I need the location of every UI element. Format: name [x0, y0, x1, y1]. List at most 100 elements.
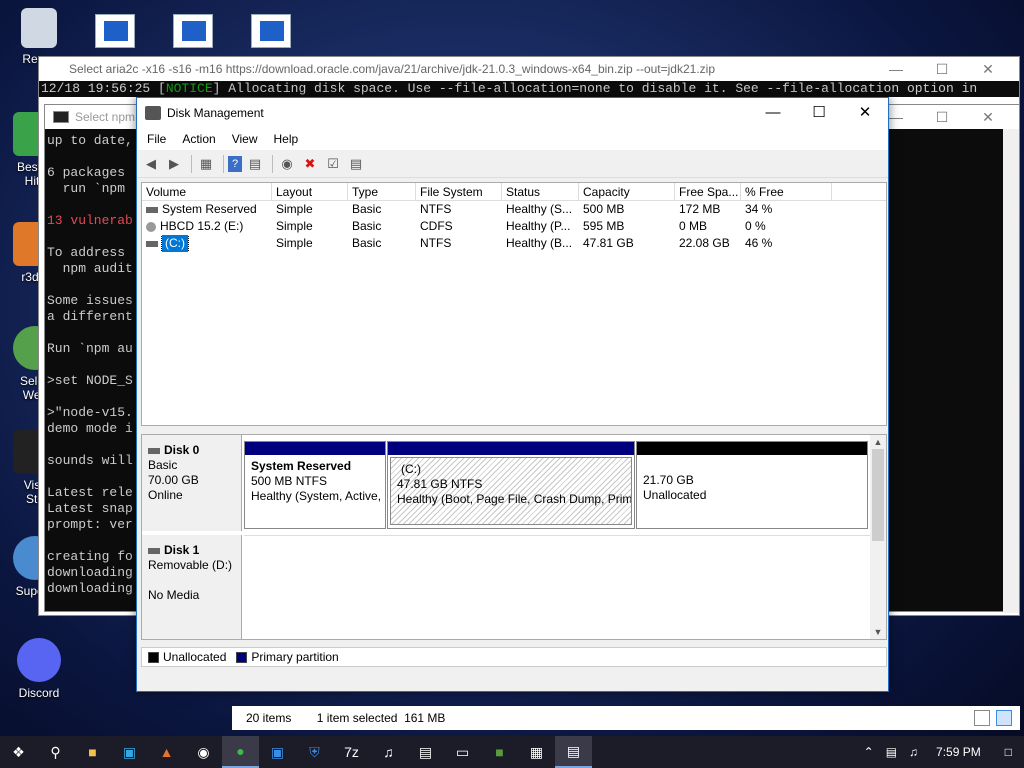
app-icon[interactable]: ▣	[259, 736, 296, 768]
large-icons-view-icon[interactable]	[996, 710, 1012, 726]
terminal-icon[interactable]: ▤	[407, 736, 444, 768]
column-header-free-space[interactable]: Free Spa...	[675, 183, 741, 200]
cell-capacity: 500 MB	[583, 202, 625, 216]
column-header-percent-free[interactable]: % Free	[741, 183, 832, 200]
close-button[interactable]: ✕	[965, 57, 1011, 81]
app-icon[interactable]: ◉	[185, 736, 222, 768]
forward-arrow-icon[interactable]: ▶	[164, 154, 184, 174]
cell-percent-free: 46 %	[745, 236, 773, 250]
help-icon[interactable]: ?	[228, 155, 242, 172]
console-tree-icon[interactable]: ▦	[196, 154, 216, 174]
column-header-capacity[interactable]: Capacity	[579, 183, 675, 200]
maximize-button[interactable]: ☐	[919, 105, 965, 129]
start-button[interactable]: ❖	[0, 736, 37, 768]
minecraft-icon[interactable]: ■	[481, 736, 518, 768]
table-row[interactable]: (C:) Simple Basic NTFS Healthy (B... 47.…	[142, 235, 886, 252]
scroll-up-icon[interactable]: ▲	[870, 435, 886, 449]
app-icon[interactable]: ▣	[111, 736, 148, 768]
file-explorer-icon[interactable]: ■	[74, 736, 111, 768]
security-shield-icon[interactable]: ⛨	[296, 736, 333, 768]
desktop-shortcut-icon[interactable]	[95, 14, 135, 48]
clock[interactable]: 7:59 PM	[924, 745, 993, 759]
menu-view[interactable]: View	[224, 128, 266, 150]
disk-management-icon	[145, 106, 161, 120]
disk-management-window[interactable]: Disk Management — ☐ ✕ File Action View H…	[136, 97, 889, 692]
column-header-volume[interactable]: Volume	[142, 183, 272, 200]
selection-info: 1 item selected 161 MB	[316, 711, 446, 725]
details-view-icon[interactable]	[974, 710, 990, 726]
title-bar[interactable]: Disk Management — ☐ ✕	[137, 98, 888, 128]
console-line: demo mode i	[47, 421, 133, 436]
browser-icon[interactable]: ●	[222, 736, 259, 768]
back-arrow-icon[interactable]: ◀	[141, 154, 161, 174]
disk-type: Removable (D:)	[148, 558, 233, 572]
disk1-header[interactable]: Disk 1 Removable (D:) No Media	[142, 535, 242, 639]
partition-c-drive[interactable]: (C:) 47.81 GB NTFS Healthy (Boot, Page F…	[387, 441, 635, 529]
search-icon[interactable]: ⚲	[37, 736, 74, 768]
column-header-filesystem[interactable]: File System	[416, 183, 502, 200]
cmd-icon	[53, 111, 69, 123]
minimize-button[interactable]: —	[873, 57, 919, 81]
cell-free-space: 22.08 GB	[679, 236, 730, 250]
table-row[interactable]: HBCD 15.2 (E:) Simple Basic CDFS Healthy…	[142, 218, 886, 235]
delete-icon[interactable]: ✖	[300, 154, 320, 174]
desktop-shortcut-icon[interactable]	[173, 14, 213, 48]
app-icon[interactable]: ▲	[148, 736, 185, 768]
menu-file[interactable]: File	[139, 128, 174, 150]
minimize-button[interactable]: —	[750, 98, 796, 128]
partition-unallocated[interactable]: 21.70 GB Unallocated	[636, 441, 868, 529]
console-line: run `npm	[47, 181, 126, 196]
show-hidden-icons-icon[interactable]: ⌃	[858, 745, 880, 759]
close-button[interactable]: ✕	[842, 98, 888, 128]
volume-icon[interactable]: ♫	[903, 745, 924, 759]
check-icon[interactable]: ☑	[323, 154, 343, 174]
scroll-thumb[interactable]	[872, 449, 884, 541]
close-button[interactable]: ✕	[965, 105, 1011, 129]
properties-icon[interactable]: ▤	[346, 154, 366, 174]
notifications-icon[interactable]: □	[993, 745, 1024, 759]
volume-name: HBCD 15.2 (E:)	[160, 219, 244, 233]
discord-icon[interactable]: Discord	[4, 638, 74, 700]
desktop-shortcut-icon[interactable]	[251, 14, 291, 48]
console-line: a different	[47, 309, 133, 324]
column-header-type[interactable]: Type	[348, 183, 416, 200]
notice-tag: NOTICE	[165, 81, 213, 96]
menu-action[interactable]: Action	[174, 128, 223, 150]
scrollbar[interactable]	[1003, 129, 1019, 613]
menu-help[interactable]: Help	[266, 128, 307, 150]
maximize-button[interactable]: ☐	[919, 57, 965, 81]
console-line: sounds will	[47, 453, 133, 468]
cell-free-space: 172 MB	[679, 202, 721, 216]
disk-management-taskbar-icon[interactable]: ▤	[555, 736, 592, 768]
column-header-layout[interactable]: Layout	[272, 183, 348, 200]
cell-filesystem: CDFS	[420, 219, 453, 233]
media-icon[interactable]: ♫	[370, 736, 407, 768]
properties-view-icon[interactable]: ▤	[245, 154, 265, 174]
window-title: Disk Management	[167, 106, 264, 120]
disk-state: No Media	[148, 588, 200, 602]
console-line: Run `npm au	[47, 341, 133, 356]
table-row[interactable]: System Reserved Simple Basic NTFS Health…	[142, 201, 886, 218]
column-header-status[interactable]: Status	[502, 183, 579, 200]
7zip-icon[interactable]: 7z	[333, 736, 370, 768]
disk0-header[interactable]: Disk 0 Basic 70.00 GB Online	[142, 435, 242, 531]
app-icon[interactable]: ▭	[444, 736, 481, 768]
network-icon[interactable]: ▤	[880, 745, 903, 759]
cell-status: Healthy (P...	[506, 219, 571, 233]
window-title: Select aria2c -x16 -s16 -m16 https://dow…	[39, 57, 1019, 81]
drive-icon	[146, 240, 158, 247]
maximize-button[interactable]: ☐	[796, 98, 842, 128]
partition-system-reserved[interactable]: System Reserved 500 MB NTFS Healthy (Sys…	[244, 441, 386, 529]
app-icon[interactable]: ▦	[518, 736, 555, 768]
partition-name: (C:)	[401, 462, 421, 476]
connect-drive-icon[interactable]: ◉	[277, 154, 297, 174]
scroll-down-icon[interactable]: ▼	[870, 625, 886, 639]
partition-size: 500 MB NTFS	[251, 474, 328, 488]
console-line: creating fo	[47, 549, 133, 564]
vertical-scrollbar[interactable]: ▲ ▼	[870, 435, 886, 639]
disk-state: Online	[148, 488, 183, 502]
